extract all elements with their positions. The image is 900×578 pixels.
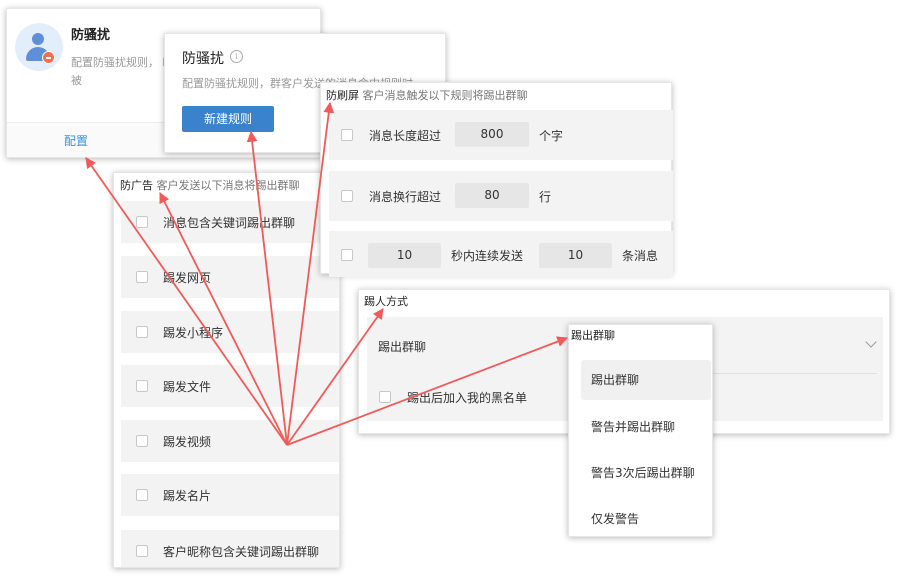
anti-ads-item-label: 踢发文件 — [163, 380, 212, 394]
anti-flood-title: 防刷屏 — [326, 89, 359, 102]
anti-ads-item-label: 踢发视频 — [163, 435, 212, 449]
flood-row-length: 消息长度超过 800 个字 — [329, 110, 673, 160]
checkbox[interactable] — [341, 190, 353, 202]
anti-flood-header: 防刷屏 客户消息触发以下规则将踢出群聊 — [326, 87, 528, 103]
flood-count-input[interactable]: 10 — [539, 243, 612, 268]
flood-row-rate: 10 秒内连续发送 10 条消息 — [329, 231, 673, 277]
anti-ads-item-label: 消息包含关键词踢出群聊 — [163, 216, 296, 230]
rule-panel-title: 防骚扰 — [182, 51, 224, 67]
checkbox[interactable] — [136, 326, 148, 338]
checkbox[interactable] — [341, 129, 353, 141]
anti-ads-item[interactable]: 踢发小程序 — [121, 311, 339, 353]
anti-ads-item[interactable]: 踢发视频 — [121, 420, 339, 462]
anti-ads-item-label: 客户昵称包含关键词踢出群聊 — [163, 545, 320, 559]
info-icon[interactable]: i — [230, 50, 243, 63]
flood-rate-unit: 条消息 — [622, 249, 659, 263]
checkbox[interactable] — [136, 489, 148, 501]
flood-lines-unit: 行 — [539, 190, 552, 204]
anti-ads-item[interactable]: 消息包含关键词踢出群聊 — [121, 201, 339, 243]
config-link[interactable]: 配置 — [64, 132, 88, 149]
flood-lines-input[interactable]: 80 — [455, 183, 529, 208]
kick-method-title: 踢人方式 — [364, 295, 408, 308]
anti-ads-item-label: 踢发名片 — [163, 489, 212, 503]
anti-ads-title: 防广告 — [120, 179, 153, 192]
blacklist-label: 踢出后加入我的黑名单 — [407, 391, 528, 405]
checkbox[interactable] — [136, 380, 148, 392]
flood-row-lines: 消息换行超过 80 行 — [329, 171, 673, 221]
checkbox[interactable] — [136, 545, 148, 557]
flood-length-unit: 个字 — [539, 129, 564, 143]
checkbox[interactable] — [136, 216, 148, 228]
kick-method-dropdown: 踢出群聊 踢出群聊 警告并踢出群聊 警告3次后踢出群聊 仅发警告 — [568, 324, 713, 537]
anti-flood-panel: 防刷屏 客户消息触发以下规则将踢出群聊 消息长度超过 800 个字 消息换行超过… — [320, 82, 673, 277]
anti-ads-item-label: 踢发小程序 — [163, 326, 224, 340]
flood-rate-label: 秒内连续发送 — [451, 249, 524, 263]
dropdown-option[interactable]: 警告3次后踢出群聊 — [581, 453, 711, 493]
dropdown-option[interactable]: 警告并踢出群聊 — [581, 407, 711, 447]
kick-method-label: 踢出群聊 — [378, 340, 427, 354]
new-rule-button[interactable]: 新建规则 — [182, 106, 274, 132]
anti-ads-panel: 防广告 客户发送以下消息将踢出群聊 消息包含关键词踢出群聊 踢发网页 踢发小程序… — [113, 172, 340, 568]
dropdown-selected-value[interactable]: 踢出群聊 — [571, 327, 615, 343]
anti-ads-item[interactable]: 踢发名片 — [121, 474, 339, 516]
dropdown-option[interactable]: 仅发警告 — [581, 499, 711, 539]
dropdown-option[interactable]: 踢出群聊 — [581, 360, 711, 400]
chevron-down-icon[interactable] — [865, 336, 877, 348]
anti-ads-item[interactable]: 踢发文件 — [121, 365, 339, 407]
flood-length-input[interactable]: 800 — [455, 122, 529, 147]
anti-ads-header: 防广告 客户发送以下消息将踢出群聊 — [120, 177, 300, 193]
anti-flood-subtitle: 客户消息触发以下规则将踢出群聊 — [362, 89, 528, 102]
anti-ads-item[interactable]: 客户昵称包含关键词踢出群聊 — [121, 530, 339, 567]
checkbox[interactable] — [136, 271, 148, 283]
blacklist-checkbox[interactable] — [379, 391, 391, 403]
flood-seconds-input[interactable]: 10 — [368, 243, 441, 268]
minus-badge-icon — [42, 51, 55, 64]
anti-harass-title: 防骚扰 — [71, 28, 111, 43]
checkbox[interactable] — [341, 249, 353, 261]
checkbox[interactable] — [136, 435, 148, 447]
anti-harass-avatar-icon — [15, 23, 63, 71]
anti-ads-item-label: 踢发网页 — [163, 271, 212, 285]
anti-ads-item[interactable]: 踢发网页 — [121, 256, 339, 298]
flood-length-label: 消息长度超过 — [369, 129, 442, 143]
flood-lines-label: 消息换行超过 — [369, 190, 442, 204]
anti-ads-subtitle: 客户发送以下消息将踢出群聊 — [156, 179, 300, 192]
